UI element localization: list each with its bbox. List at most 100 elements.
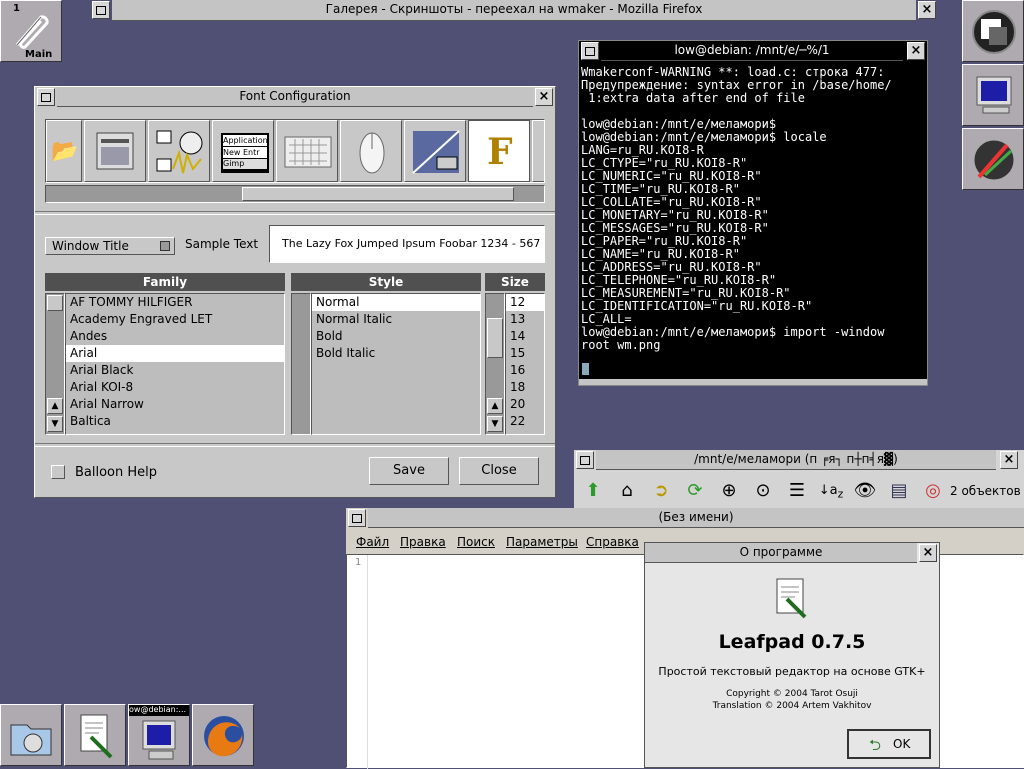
section-icon-menus[interactable]: Application New Entr Gimp	[212, 120, 274, 182]
size-list-item[interactable]: 18	[506, 379, 544, 396]
up-arrow-icon[interactable]: ⬆	[580, 478, 606, 504]
size-list-item[interactable]: 15	[506, 345, 544, 362]
taskbar-filemanager[interactable]	[0, 704, 62, 766]
firefox-close-button[interactable]: ×	[918, 1, 936, 19]
section-icon-keyboard[interactable]	[276, 120, 338, 182]
section-icon-fonts[interactable]: F	[468, 120, 530, 182]
dock-wmakerconf[interactable]	[962, 128, 1024, 190]
menu-help[interactable]: Справка	[586, 535, 639, 549]
zoom-fit-icon[interactable]: ⊙	[750, 478, 776, 504]
section-icon-folders[interactable]: 📂	[46, 120, 82, 182]
style-scrollbar[interactable]	[291, 293, 311, 435]
about-app-name: Leafpad 0.7.5	[718, 631, 866, 653]
about-titlebar[interactable]: О программе	[645, 543, 917, 563]
filemanager-close-button[interactable]: ×	[1000, 451, 1018, 469]
size-list-item[interactable]: 14	[506, 328, 544, 345]
size-scroll-down-button[interactable]: ▼	[487, 416, 503, 432]
family-list-item[interactable]: Arial Narrow	[66, 396, 284, 413]
sample-text-field[interactable]: The Lazy Fox Jumped Ipsum Foobar 1234 - …	[269, 225, 545, 263]
size-scroll-up-button[interactable]: ▲	[487, 398, 503, 414]
dock-display[interactable]	[962, 64, 1024, 126]
size-list-item[interactable]: 22	[506, 413, 544, 430]
ok-label: OK	[893, 737, 911, 751]
family-scroll-down-button[interactable]: ▼	[47, 416, 63, 432]
section-icon-appearance[interactable]	[404, 120, 466, 182]
family-scrollbar[interactable]: ▲ ▼	[45, 293, 65, 435]
terminal-line: root wm.png	[581, 338, 661, 352]
filemanager-status: 2 объектов	[950, 484, 1021, 498]
firefox-titlebar[interactable]: Галерея - Скриншоты - переехал на wmaker…	[112, 0, 916, 21]
section-icon-more[interactable]	[532, 120, 544, 182]
style-list-item[interactable]: Normal Italic	[312, 311, 480, 328]
help-icon[interactable]: ◎	[920, 478, 946, 504]
taskbar-terminal[interactable]: ow@debian:...	[128, 704, 190, 766]
sort-icon[interactable]: ↓az	[818, 478, 844, 504]
terminal-output[interactable]: Wmakerconf-WARNING **: load.c: строка 47…	[581, 66, 921, 376]
family-list-item[interactable]: AF TOMMY HILFIGER	[66, 294, 284, 311]
size-scrollbar[interactable]: ▲ ▼	[485, 293, 505, 435]
dock-wmaker[interactable]	[962, 0, 1024, 62]
menu-file[interactable]: Файл	[356, 535, 389, 549]
clip-label: Main	[25, 49, 53, 60]
section-icon-windows[interactable]	[84, 120, 146, 182]
leafpad-minimize-button[interactable]	[348, 509, 366, 527]
size-scroll-thumb[interactable]	[487, 318, 503, 358]
details-view-icon[interactable]: ☰	[784, 478, 810, 504]
size-list-item[interactable]: 12	[506, 294, 544, 311]
font-config-minimize-button[interactable]	[37, 88, 55, 106]
firefox-minimize-button[interactable]	[92, 1, 110, 19]
dropdown-icon	[160, 241, 170, 251]
section-icon-sound[interactable]	[148, 120, 210, 182]
filemanager-toolbar: ⬆ ⌂ ➲ ⟳ ⊕ ⊙ ☰ ↓az 👁 ▤ ◎ 2 объектов	[574, 472, 1024, 508]
sample-text-label: Sample Text	[185, 237, 259, 251]
line-number-gutter-border	[367, 555, 368, 769]
size-list-item[interactable]: 13	[506, 311, 544, 328]
size-list-item[interactable]: 20	[506, 396, 544, 413]
balloon-help-checkbox[interactable]	[51, 465, 65, 479]
icon-strip-scroll-thumb[interactable]	[242, 187, 514, 201]
icon-strip-scrollbar[interactable]	[45, 185, 545, 203]
paperclip-icon	[15, 15, 49, 49]
list-view-icon[interactable]: ▤	[886, 478, 912, 504]
family-scroll-thumb[interactable]	[47, 295, 63, 311]
taskbar-firefox[interactable]	[192, 704, 254, 766]
family-list-item[interactable]: Arial KOI-8	[66, 379, 284, 396]
family-list-item[interactable]: Andes	[66, 328, 284, 345]
family-list-item[interactable]: Baltica	[66, 413, 284, 430]
close-button[interactable]: Close	[459, 457, 539, 485]
font-target-select[interactable]: Window Title	[45, 237, 175, 255]
terminal-minimize-button[interactable]	[581, 42, 599, 60]
section-icon-mouse[interactable]	[340, 120, 402, 182]
font-config-titlebar[interactable]: Font Configuration	[57, 87, 533, 107]
about-ok-button[interactable]: ⮌ OK	[847, 729, 931, 759]
show-hidden-icon[interactable]: 👁	[852, 478, 878, 504]
family-scroll-up-button[interactable]: ▲	[47, 398, 63, 414]
menu-options[interactable]: Параметры	[506, 535, 578, 549]
family-list-item[interactable]: Academy Engraved LET	[66, 311, 284, 328]
style-list-item[interactable]: Bold Italic	[312, 345, 480, 362]
style-list: Normal Normal Italic Bold Bold Italic	[311, 293, 481, 435]
home-icon[interactable]: ⌂	[614, 478, 640, 504]
filemanager-minimize-button[interactable]	[576, 451, 594, 469]
refresh-icon[interactable]: ⟳	[682, 478, 708, 504]
family-list-item[interactable]: Arial	[66, 345, 284, 362]
family-list-item[interactable]: Arial Black	[66, 362, 284, 379]
about-close-button[interactable]: ×	[919, 544, 937, 562]
go-to-icon[interactable]: ➲	[648, 478, 674, 504]
menu-search[interactable]: Поиск	[457, 535, 495, 549]
zoom-in-icon[interactable]: ⊕	[716, 478, 742, 504]
save-button[interactable]: Save	[369, 457, 449, 485]
terminal-close-button[interactable]: ×	[907, 42, 925, 60]
terminal-mini-label: ow@debian:...	[129, 705, 189, 716]
font-config-close-button[interactable]: ×	[535, 88, 553, 106]
size-list-item[interactable]: 16	[506, 362, 544, 379]
menu-edit[interactable]: Правка	[400, 535, 446, 549]
style-list-item[interactable]: Bold	[312, 328, 480, 345]
taskbar-leafpad[interactable]	[64, 704, 126, 766]
terminal-line: 1:extra data after end of file	[581, 91, 805, 105]
dock-clip[interactable]: 1 Main	[0, 0, 62, 62]
leafpad-titlebar[interactable]: (Без имени)	[368, 508, 1024, 528]
style-list-item[interactable]: Normal	[312, 294, 480, 311]
filemanager-titlebar[interactable]: /mnt/e/меламори (п ╒я┐ п┼п╡я▓)	[596, 450, 996, 470]
terminal-titlebar[interactable]: low@debian: /mnt/e/─%/1	[601, 41, 903, 61]
